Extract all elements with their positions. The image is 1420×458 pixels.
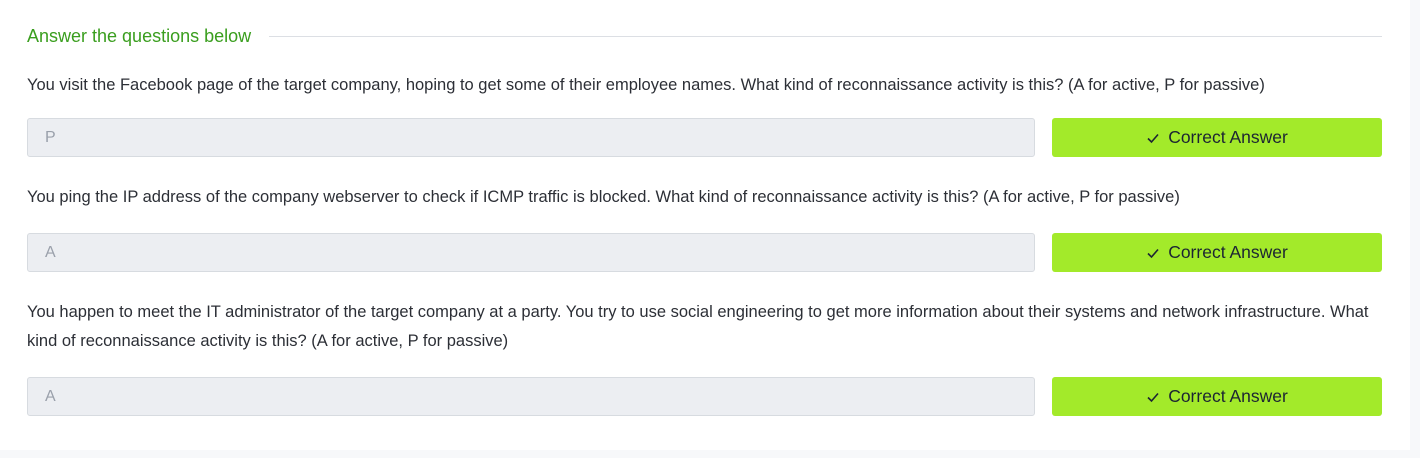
correct-answer-1-button[interactable]: Correct Answer (1052, 118, 1382, 157)
answer-3-input[interactable] (27, 377, 1035, 416)
correct-answer-3-button[interactable]: Correct Answer (1052, 377, 1382, 416)
correct-answer-3-label: Correct Answer (1168, 386, 1288, 406)
answer-2-input[interactable] (27, 233, 1035, 272)
questions-panel: Answer the questions below You visit the… (0, 0, 1410, 450)
correct-answer-2-button[interactable]: Correct Answer (1052, 233, 1382, 272)
check-icon (1147, 133, 1159, 143)
check-icon (1147, 392, 1159, 402)
correct-answer-1-label: Correct Answer (1168, 127, 1288, 147)
question-3-text: You happen to meet the IT administrator … (27, 303, 1369, 350)
question-2-text: You ping the IP address of the company w… (27, 188, 1180, 206)
section-header: Answer the questions below (27, 22, 1382, 50)
question-1-text: You visit the Facebook page of the targe… (27, 76, 1265, 94)
answer-1-input[interactable] (27, 118, 1035, 157)
correct-answer-2-label: Correct Answer (1168, 242, 1288, 262)
check-icon (1147, 248, 1159, 258)
section-title: Answer the questions below (27, 25, 252, 46)
header-divider (269, 35, 1382, 37)
